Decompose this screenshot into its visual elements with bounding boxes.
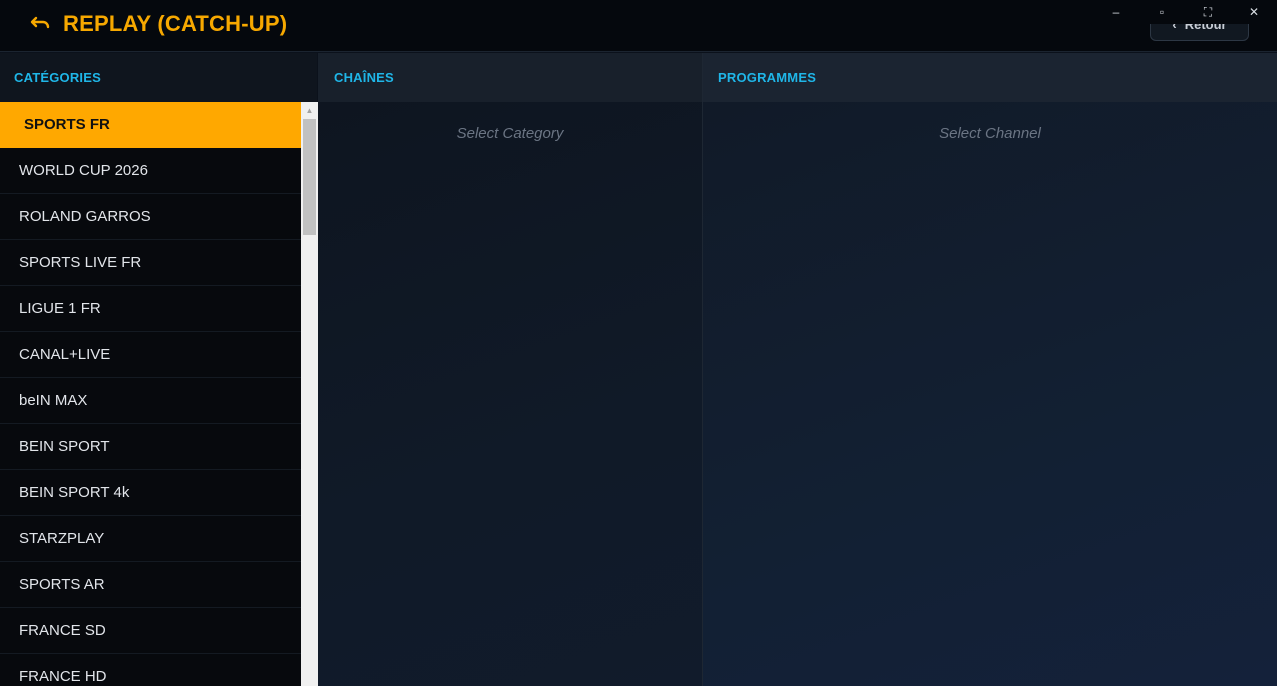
channels-placeholder: Select Category [456,125,564,142]
programs-placeholder: Select Channel [939,125,1041,142]
category-item[interactable]: BEIN SPORT [0,424,301,470]
category-item[interactable]: SPORTS LIVE FR [0,240,301,286]
undo-arrow-icon[interactable] [28,12,54,36]
programs-header: PROGRAMMES [703,53,1277,102]
category-item[interactable]: ROLAND GARROS [0,194,301,240]
category-item[interactable]: FRANCE HD [0,654,301,686]
close-icon[interactable]: ✕ [1231,0,1277,24]
category-item[interactable]: FRANCE SD [0,608,301,654]
channels-header: CHAÎNES [318,53,702,102]
scroll-up-arrow-icon[interactable]: ▲ [301,102,318,119]
category-scrollbar[interactable]: ▲ [301,102,318,686]
categories-header: CATÉGORIES [0,53,317,102]
category-item[interactable]: WORLD CUP 2026 [0,148,301,194]
category-item[interactable]: CANAL+LIVE [0,332,301,378]
window-controls: – ▫ ⛶ ✕ [1093,0,1277,24]
category-item[interactable]: SPORTS FR [0,102,301,148]
category-item[interactable]: LIGUE 1 FR [0,286,301,332]
restore-icon[interactable]: ▫ [1139,0,1185,24]
minimize-icon[interactable]: – [1093,0,1139,24]
programs-panel: Select Channel [703,102,1277,686]
fullscreen-icon[interactable]: ⛶ [1185,0,1231,24]
category-item[interactable]: BEIN SPORT 4k [0,470,301,516]
scroll-thumb[interactable] [303,119,316,235]
top-bar: REPLAY (CATCH-UP) ‹ Retour – ▫ ⛶ ✕ [0,0,1277,52]
category-item[interactable]: beIN MAX [0,378,301,424]
category-item[interactable]: SPORTS AR [0,562,301,608]
category-item[interactable]: STARZPLAY [0,516,301,562]
replay-screen: REPLAY (CATCH-UP) ‹ Retour – ▫ ⛶ ✕ CATÉG… [0,0,1277,686]
category-list: SPORTS FR WORLD CUP 2026 ROLAND GARROS SPOR… [0,102,301,686]
page-title: REPLAY (CATCH-UP) [63,11,288,36]
column-divider [702,53,703,686]
channels-panel: Select Category [318,102,702,686]
